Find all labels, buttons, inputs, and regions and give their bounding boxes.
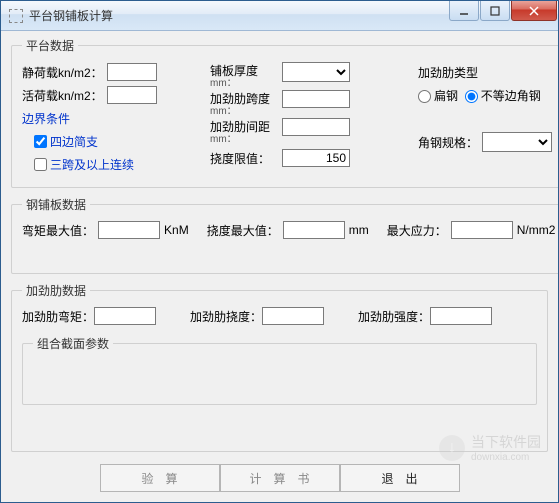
group-platform: 平台数据 静荷载kn/m2： 活荷载kn/m2： 边界条件 xyxy=(11,37,558,188)
plate-moment-unit: KnM xyxy=(164,223,189,237)
maximize-button[interactable] xyxy=(480,1,510,21)
titlebar[interactable]: 平台钢铺板计算 xyxy=(1,1,558,31)
platform-mid-col: 铺板厚度 mm： 加劲肋跨度 mm： 加劲肋 xyxy=(210,62,410,177)
group-plate: 钢铺板数据 弯矩最大值： KnM 挠度最大值： mm 最大应力： N/mm2 xyxy=(11,196,558,274)
plate-moment-label: 弯矩最大值： xyxy=(22,222,94,239)
rib-span-label: 加劲肋跨度 xyxy=(210,90,270,107)
rib-strength-input[interactable] xyxy=(430,307,492,325)
plate-thick-combo[interactable] xyxy=(282,62,350,82)
rib-spacing-label: 加劲肋间距 xyxy=(210,118,270,135)
rib-strength-label: 加劲肋强度： xyxy=(358,308,430,325)
window-controls xyxy=(449,1,558,30)
cb-simple-support[interactable] xyxy=(34,135,47,148)
app-window: 平台钢铺板计算 平台数据 静荷载kn/m2： xyxy=(0,0,559,503)
app-icon xyxy=(9,9,23,23)
rib-moment-input[interactable] xyxy=(94,307,156,325)
deflect-limit-input[interactable] xyxy=(282,149,350,167)
minimize-button[interactable] xyxy=(449,1,479,21)
calc-button[interactable]: 验算 xyxy=(100,464,220,492)
exit-button[interactable]: 退出 xyxy=(340,464,460,492)
static-load-label: 静荷载kn/m2： xyxy=(22,64,107,81)
plate-deflect-label: 挠度最大值： xyxy=(207,222,279,239)
radio-flat-wrap[interactable]: 扁钢 xyxy=(418,87,458,104)
plate-thick-unit: mm： xyxy=(210,79,237,89)
radio-flat-label: 扁钢 xyxy=(434,89,458,103)
boundary-conditions-link[interactable]: 边界条件 xyxy=(22,110,107,127)
radio-angle-wrap[interactable]: 不等边角钢 xyxy=(465,87,541,104)
plate-stress-unit: N/mm2 xyxy=(517,223,556,237)
group-section-params: 组合截面参数 xyxy=(22,335,537,405)
cb-continuous-label[interactable]: 三跨及以上连续 xyxy=(50,156,134,173)
rib-deflect-input[interactable] xyxy=(262,307,324,325)
angle-spec-combo[interactable] xyxy=(482,132,552,152)
group-plate-legend: 钢铺板数据 xyxy=(22,196,90,213)
rib-span-input[interactable] xyxy=(282,90,350,108)
group-platform-legend: 平台数据 xyxy=(22,37,78,54)
button-bar: 验算 计算书 退出 xyxy=(11,460,548,496)
plate-moment-input[interactable] xyxy=(98,221,160,239)
cb-simple-label[interactable]: 四边简支 xyxy=(50,133,98,150)
platform-left-col: 静荷载kn/m2： 活荷载kn/m2： 边界条件 四边简支 xyxy=(22,62,202,177)
plate-thick-label: 铺板厚度 xyxy=(210,62,258,79)
plate-stress-input[interactable] xyxy=(451,221,513,239)
live-load-input[interactable] xyxy=(107,86,157,104)
static-load-input[interactable] xyxy=(107,63,157,81)
rib-span-unit: mm： xyxy=(210,107,237,117)
group-section-legend: 组合截面参数 xyxy=(33,335,113,352)
close-button[interactable] xyxy=(511,1,557,21)
rib-type-label: 加劲肋类型 xyxy=(418,64,503,81)
live-load-label: 活荷载kn/m2： xyxy=(22,87,107,104)
plate-deflect-input[interactable] xyxy=(283,221,345,239)
rib-moment-label: 加劲肋弯矩： xyxy=(22,308,94,325)
plate-deflect-unit: mm xyxy=(349,223,369,237)
window-title: 平台钢铺板计算 xyxy=(29,7,449,24)
radio-angle[interactable] xyxy=(465,90,478,103)
plate-stress-label: 最大应力： xyxy=(387,222,447,239)
radio-angle-label: 不等边角钢 xyxy=(481,89,541,103)
radio-flat[interactable] xyxy=(418,90,431,103)
platform-right-col: 加劲肋类型 扁钢 不等边角钢 角钢规格： xyxy=(418,62,552,177)
group-rib: 加劲肋数据 加劲肋弯矩： 加劲肋挠度： 加劲肋强度： 组合截面参数 xyxy=(11,282,548,452)
cb-continuous[interactable] xyxy=(34,158,47,171)
angle-spec-label: 角钢规格： xyxy=(418,134,482,151)
rib-deflect-label: 加劲肋挠度： xyxy=(190,308,262,325)
deflect-limit-label: 挠度限值： xyxy=(210,150,282,167)
rib-spacing-unit: mm： xyxy=(210,135,237,145)
group-rib-legend: 加劲肋数据 xyxy=(22,282,90,299)
report-button[interactable]: 计算书 xyxy=(220,464,340,492)
rib-spacing-input[interactable] xyxy=(282,118,350,136)
client-area: 平台数据 静荷载kn/m2： 活荷载kn/m2： 边界条件 xyxy=(1,31,558,502)
